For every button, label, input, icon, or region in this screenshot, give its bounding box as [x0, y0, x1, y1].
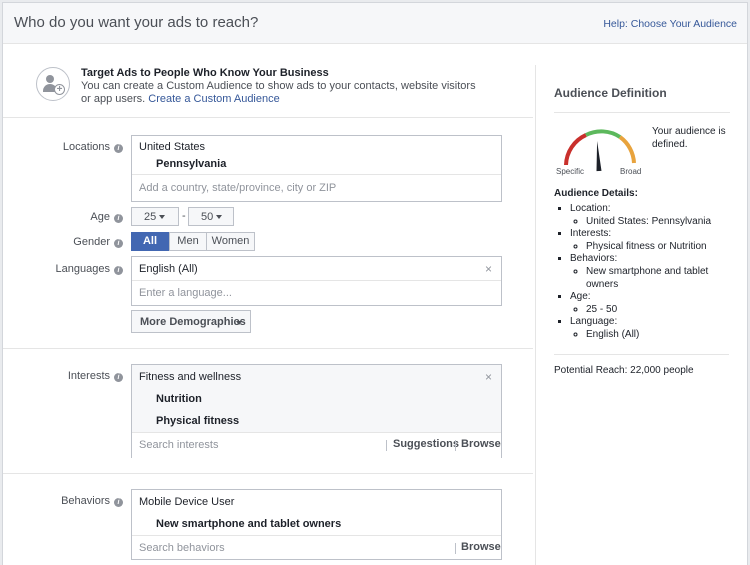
- locations-label: Locations i: [3, 141, 123, 153]
- gauge-needle: [596, 141, 602, 172]
- detail-item: Language: English (All): [570, 316, 734, 341]
- close-icon[interactable]: ×: [485, 262, 492, 276]
- custom-audience-icon: +: [36, 67, 70, 101]
- create-custom-audience-link[interactable]: Create a Custom Audience: [148, 93, 279, 105]
- gender-men-button[interactable]: Men: [169, 232, 207, 251]
- interest-item[interactable]: Physical fitness: [156, 415, 239, 427]
- gauge-specific-label: Specific: [556, 167, 585, 176]
- chevron-down-icon: [159, 215, 165, 219]
- languages-label: Languages i: [3, 263, 123, 275]
- interest-category: Fitness and wellness: [139, 371, 242, 383]
- age-label: Age i: [3, 211, 123, 223]
- audience-details-list: Location: United States: Pennsylvania In…: [554, 203, 734, 342]
- info-icon: i: [114, 498, 123, 507]
- browse-interests-button[interactable]: Browse: [461, 438, 501, 450]
- age-max-select[interactable]: 50: [188, 207, 234, 226]
- audience-details-title: Audience Details:: [554, 188, 638, 199]
- potential-reach: Potential Reach: 22,000 people: [554, 365, 694, 376]
- section-divider: [3, 348, 533, 349]
- audience-definition-title: Audience Definition: [554, 86, 667, 100]
- audience-form: + Target Ads to People Who Know Your Bus…: [3, 45, 533, 565]
- detail-value: 25 - 50: [586, 303, 618, 315]
- interests-box[interactable]: Fitness and wellness × Nutrition Physica…: [131, 364, 502, 458]
- behavior-category: Mobile Device User: [139, 496, 235, 508]
- behavior-item[interactable]: New smartphone and tablet owners: [156, 518, 341, 530]
- detail-item: Location: United States: Pennsylvania: [570, 203, 734, 228]
- browse-behaviors-button[interactable]: Browse: [461, 541, 501, 553]
- info-icon: i: [114, 266, 123, 275]
- info-icon: i: [114, 144, 123, 153]
- info-icon: i: [114, 373, 123, 382]
- gender-label: Gender i: [3, 236, 123, 248]
- header: Who do you want your ads to reach? Help:…: [3, 3, 747, 44]
- gauge-mid-arc: [585, 129, 622, 139]
- behaviors-label: Behaviors i: [3, 495, 123, 507]
- location-search-input[interactable]: Add a country, state/province, city or Z…: [139, 182, 336, 194]
- locations-box[interactable]: United States Pennsylvania Add a country…: [131, 135, 502, 202]
- detail-item: Behaviors: New smartphone and tablet own…: [570, 253, 734, 291]
- page-title: Who do you want your ads to reach?: [14, 14, 259, 31]
- detail-value: New smartphone and tablet owners: [586, 265, 709, 290]
- detail-value: Physical fitness or Nutrition: [586, 240, 707, 252]
- close-icon[interactable]: ×: [485, 370, 492, 384]
- page-frame: Who do you want your ads to reach? Help:…: [2, 2, 748, 565]
- more-demographics-button[interactable]: More Demographics: [131, 310, 251, 333]
- gauge-broad-label: Broad: [620, 167, 642, 176]
- gauge-broad-arc: [618, 135, 636, 164]
- gender-all-button[interactable]: All: [131, 232, 169, 251]
- audience-status: Your audience is defined.: [652, 126, 726, 150]
- location-country: United States: [139, 141, 206, 153]
- info-icon: i: [114, 214, 123, 223]
- custom-audience-title: Target Ads to People Who Know Your Busin…: [81, 67, 329, 79]
- detail-item: Interests: Physical fitness or Nutrition: [570, 228, 734, 253]
- audience-definition-panel: Audience Definition Specific Broad Your …: [535, 65, 730, 565]
- suggestions-button[interactable]: Suggestions: [393, 438, 459, 450]
- info-icon: i: [114, 239, 123, 248]
- detail-item: Age: 25 - 50: [570, 291, 734, 316]
- detail-value: English (All): [586, 328, 640, 340]
- age-separator: -: [182, 210, 186, 222]
- behaviors-box[interactable]: Mobile Device User New smartphone and ta…: [131, 489, 502, 560]
- interests-search-input[interactable]: Search interests: [139, 439, 218, 451]
- language-search-input[interactable]: Enter a language...: [139, 287, 232, 299]
- gender-women-button[interactable]: Women: [206, 232, 255, 251]
- age-min-select[interactable]: 25: [131, 207, 179, 226]
- chevron-down-icon: [236, 321, 242, 325]
- help-choose-audience-link[interactable]: Help: Choose Your Audience: [603, 18, 737, 30]
- interests-label: Interests i: [3, 370, 123, 382]
- chevron-down-icon: [216, 215, 222, 219]
- location-region[interactable]: Pennsylvania: [156, 158, 226, 170]
- languages-box[interactable]: English (All) × Enter a language...: [131, 256, 502, 306]
- custom-audience-description: You can create a Custom Audience to show…: [81, 80, 481, 106]
- audience-gauge: [564, 129, 636, 172]
- section-divider: [3, 117, 533, 118]
- behaviors-search-input[interactable]: Search behaviors: [139, 542, 225, 554]
- section-divider: [3, 473, 533, 474]
- language-value: English (All): [139, 263, 198, 275]
- detail-value: United States: Pennsylvania: [586, 215, 712, 227]
- interest-item[interactable]: Nutrition: [156, 393, 202, 405]
- gauge-specific-arc: [564, 133, 587, 166]
